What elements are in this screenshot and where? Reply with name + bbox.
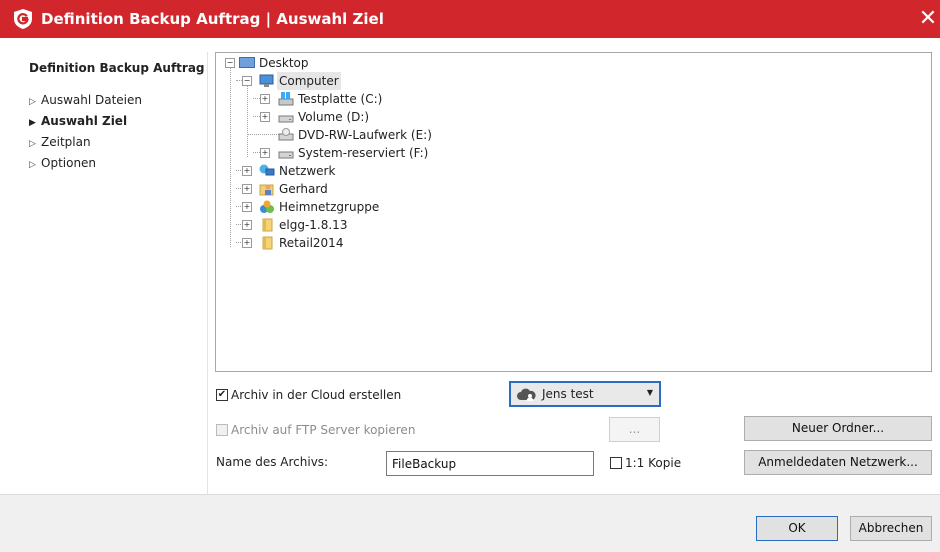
homegroup-icon <box>260 200 274 213</box>
tree-item-retail2014[interactable]: + Retail2014 <box>216 234 516 252</box>
triangle-right-icon: ▶ <box>29 118 36 128</box>
expand-icon[interactable]: + <box>260 94 270 104</box>
tree-item-testplatte[interactable]: + Testplatte (C:) <box>216 90 516 108</box>
user-folder-icon <box>259 184 274 196</box>
cloud-account-value: Jens test <box>542 387 594 401</box>
folder-icon <box>262 236 273 250</box>
collapse-icon[interactable]: − <box>225 58 235 68</box>
network-icon <box>259 164 275 176</box>
ftp-browse-button: ... <box>609 417 660 442</box>
tree-item-label: Netzwerk <box>279 164 336 178</box>
cloud-account-dropdown[interactable]: Jens test ▼ <box>509 381 661 407</box>
sidebar-item-optionen[interactable]: ▷ Optionen <box>29 154 96 172</box>
expand-icon[interactable]: + <box>242 220 252 230</box>
window-title: Definition Backup Auftrag | Auswahl Ziel <box>41 10 384 28</box>
sidebar-item-zeitplan[interactable]: ▷ Zeitplan <box>29 133 91 151</box>
expand-icon[interactable]: + <box>242 202 252 212</box>
tree-item-computer[interactable]: − Computer <box>216 72 516 90</box>
tree-item-label: Heimnetzgruppe <box>279 200 380 214</box>
expand-icon[interactable]: + <box>242 184 252 194</box>
folder-tree[interactable]: − Desktop − Computer + Testplatte (C:) +… <box>215 52 932 372</box>
sidebar: Definition Backup Auftrag ▷ Auswahl Datei… <box>0 38 207 494</box>
tree-item-gerhard[interactable]: + Gerhard <box>216 180 516 198</box>
sidebar-title: Definition Backup Auftrag <box>29 61 205 75</box>
desktop-icon <box>239 57 255 68</box>
cancel-button[interactable]: Abbrechen <box>850 516 932 541</box>
sidebar-item-label: Optionen <box>41 156 97 170</box>
sidebar-item-auswahl-dateien[interactable]: ▷ Auswahl Dateien <box>29 91 142 109</box>
tree-item-label: Desktop <box>259 56 309 70</box>
dvd-drive-icon <box>278 128 294 141</box>
sidebar-item-auswahl-ziel[interactable]: ▶ Auswahl Ziel <box>29 112 127 130</box>
copy-1to1-checkbox[interactable] <box>610 457 622 469</box>
archive-name-label: Name des Archivs: <box>216 455 329 469</box>
triangle-right-icon: ▷ <box>29 97 36 107</box>
sidebar-item-label: Auswahl Dateien <box>41 93 142 107</box>
tree-item-label: Volume (D:) <box>298 110 370 124</box>
expand-icon[interactable]: + <box>260 148 270 158</box>
tree-item-label: DVD-RW-Laufwerk (E:) <box>298 128 432 142</box>
archive-name-input[interactable] <box>386 451 594 476</box>
drive-icon <box>278 151 294 159</box>
tree-item-label: Gerhard <box>279 182 328 196</box>
chevron-down-icon: ▼ <box>646 388 653 397</box>
cloud-archive-label: Archiv in der Cloud erstellen <box>231 388 402 402</box>
copy-1to1-label: 1:1 Kopie <box>625 456 682 470</box>
system-drive-icon <box>278 92 294 106</box>
tree-item-label: System-reserviert (F:) <box>298 146 429 160</box>
folder-icon <box>262 218 273 232</box>
sidebar-item-label: Zeitplan <box>41 135 91 149</box>
cloud-user-icon <box>517 388 536 401</box>
tree-item-volume-d[interactable]: + Volume (D:) <box>216 108 516 126</box>
title-bar: Definition Backup Auftrag | Auswahl Ziel… <box>0 0 940 38</box>
tree-item-elgg[interactable]: + elgg-1.8.13 <box>216 216 516 234</box>
tree-item-dvd[interactable]: DVD-RW-Laufwerk (E:) <box>216 126 516 144</box>
sidebar-divider <box>207 52 208 494</box>
gdata-shield-icon <box>14 9 32 29</box>
dialog-footer: OK Abbrechen <box>0 494 940 552</box>
collapse-icon[interactable]: − <box>242 76 252 86</box>
computer-icon <box>259 74 274 87</box>
triangle-right-icon: ▷ <box>29 139 36 149</box>
tree-item-label: Retail2014 <box>279 236 344 250</box>
tree-item-label: Testplatte (C:) <box>298 92 383 106</box>
network-credentials-button[interactable]: Anmeldedaten Netzwerk... <box>744 450 932 475</box>
expand-icon[interactable]: + <box>242 166 252 176</box>
tree-item-system-reserviert[interactable]: + System-reserviert (F:) <box>216 144 516 162</box>
tree-item-label: elgg-1.8.13 <box>279 218 348 232</box>
ok-button[interactable]: OK <box>756 516 838 541</box>
cloud-archive-checkbox[interactable]: ✔ <box>216 389 228 401</box>
tree-item-desktop[interactable]: − Desktop <box>216 54 516 72</box>
drive-icon <box>278 115 294 123</box>
new-folder-button[interactable]: Neuer Ordner... <box>744 416 932 441</box>
close-icon[interactable]: ✕ <box>916 5 940 33</box>
tree-item-netzwerk[interactable]: + Netzwerk <box>216 162 516 180</box>
expand-icon[interactable]: + <box>260 112 270 122</box>
ftp-archive-label: Archiv auf FTP Server kopieren <box>231 423 416 437</box>
expand-icon[interactable]: + <box>242 238 252 248</box>
tree-item-label: Computer <box>277 72 341 90</box>
triangle-right-icon: ▷ <box>29 160 36 170</box>
ftp-archive-checkbox <box>216 424 228 436</box>
sidebar-item-label: Auswahl Ziel <box>41 114 128 128</box>
tree-item-heimnetzgruppe[interactable]: + Heimnetzgruppe <box>216 198 516 216</box>
